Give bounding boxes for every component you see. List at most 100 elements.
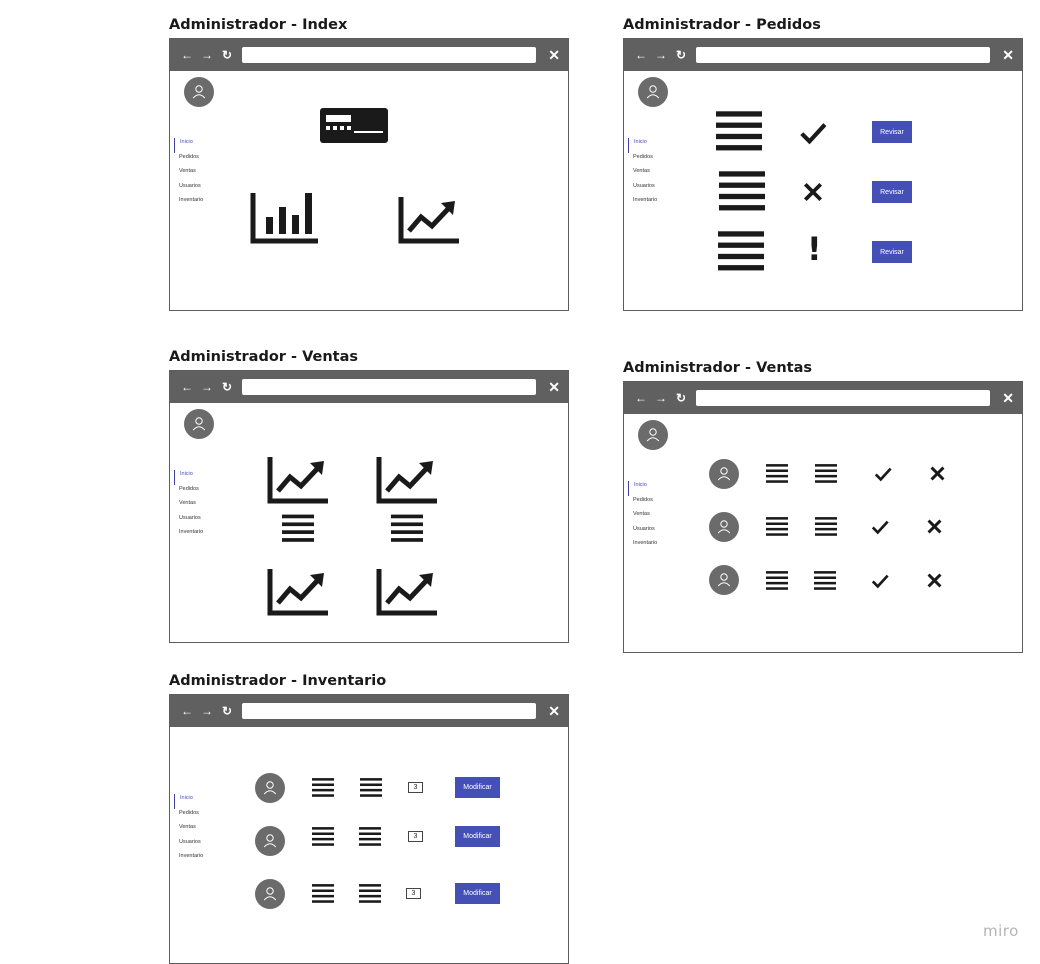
user-icon	[643, 82, 663, 102]
user-icon	[260, 884, 280, 904]
cross-icon[interactable]	[929, 465, 946, 482]
sidebar-item-usuarios[interactable]: Usuarios	[174, 182, 203, 197]
user-icon	[189, 82, 209, 102]
customer-avatar	[709, 459, 739, 489]
sidebar-item-ventas[interactable]: Ventas	[628, 167, 657, 182]
address-bar[interactable]	[242, 47, 536, 63]
browser-window-index: ← → ↻ ✕ Inicio Pedidos Ventas Usuarios I…	[169, 38, 569, 311]
check-icon[interactable]	[870, 572, 890, 590]
address-bar[interactable]	[242, 379, 536, 395]
browser-toolbar: ← → ↻ ✕	[170, 695, 568, 727]
sidebar-item-inventario[interactable]: Inventario	[174, 852, 203, 867]
avatar[interactable]	[184, 409, 214, 439]
cross-icon[interactable]	[926, 518, 943, 535]
sidebar-item-ventas[interactable]: Ventas	[174, 823, 203, 838]
sidebar-item-inicio[interactable]: Inicio	[174, 794, 203, 809]
user-icon	[260, 831, 280, 851]
browser-toolbar: ← → ↻ ✕	[624, 382, 1022, 414]
refresh-icon[interactable]: ↻	[220, 47, 234, 63]
review-button[interactable]: Revisar	[872, 241, 912, 263]
frame-title-inventario: Administrador - Inventario	[169, 673, 387, 689]
arrow-left-icon[interactable]: ←	[634, 47, 648, 63]
sidebar-item-pedidos[interactable]: Pedidos	[628, 153, 657, 168]
sidebar-item-ventas[interactable]: Ventas	[174, 499, 203, 514]
sidebar-item-usuarios[interactable]: Usuarios	[628, 182, 657, 197]
sidebar-item-usuarios[interactable]: Usuarios	[628, 525, 657, 540]
quantity-field[interactable]: 3	[408, 782, 423, 793]
sidebar-item-inicio[interactable]: Inicio	[628, 138, 657, 153]
quantity-field[interactable]: 3	[408, 831, 423, 842]
list-icon	[359, 883, 381, 905]
list-icon	[815, 516, 837, 538]
sidebar-nav: Inicio Pedidos Ventas Usuarios Inventari…	[174, 794, 203, 867]
modify-button[interactable]: Modificar	[455, 826, 500, 847]
frame-title-ventas: Administrador - Ventas	[169, 349, 359, 365]
close-icon[interactable]: ✕	[1002, 46, 1014, 64]
browser-window-ventas-usuarios: ← → ↻ ✕ Inicio Pedidos Ventas Usuarios I…	[623, 381, 1023, 653]
list-icon	[766, 463, 788, 485]
modify-button[interactable]: Modificar	[455, 777, 500, 798]
sidebar-item-pedidos[interactable]: Pedidos	[174, 485, 203, 500]
customer-avatar	[709, 565, 739, 595]
refresh-icon[interactable]: ↻	[220, 379, 234, 395]
arrow-right-icon[interactable]: →	[654, 390, 668, 406]
avatar[interactable]	[638, 77, 668, 107]
sidebar-nav: Inicio Pedidos Ventas Usuarios Inventari…	[174, 138, 203, 211]
arrow-right-icon[interactable]: →	[654, 47, 668, 63]
product-avatar	[255, 773, 285, 803]
arrow-left-icon[interactable]: ←	[180, 47, 194, 63]
sidebar-item-pedidos[interactable]: Pedidos	[174, 153, 203, 168]
list-icon	[815, 463, 837, 485]
sidebar-item-inventario[interactable]: Inventario	[628, 539, 657, 554]
sidebar-item-usuarios[interactable]: Usuarios	[174, 514, 203, 529]
arrow-left-icon[interactable]: ←	[634, 390, 648, 406]
sidebar-item-usuarios[interactable]: Usuarios	[174, 838, 203, 853]
review-button[interactable]: Revisar	[872, 121, 912, 143]
avatar[interactable]	[184, 77, 214, 107]
quantity-field[interactable]: 3	[406, 888, 421, 899]
avatar[interactable]	[638, 420, 668, 450]
refresh-icon[interactable]: ↻	[674, 390, 688, 406]
sidebar-item-inicio[interactable]: Inicio	[628, 481, 657, 496]
browser-toolbar: ← → ↻ ✕	[170, 39, 568, 71]
cross-icon[interactable]	[926, 572, 943, 589]
arrow-left-icon[interactable]: ←	[180, 379, 194, 395]
bar-chart-icon	[250, 191, 320, 245]
list-icon	[312, 777, 334, 799]
modify-button[interactable]: Modificar	[455, 883, 500, 904]
refresh-icon[interactable]: ↻	[220, 703, 234, 719]
sidebar-item-inicio[interactable]: Inicio	[174, 138, 203, 153]
sidebar-item-inventario[interactable]: Inventario	[174, 528, 203, 543]
check-icon	[798, 119, 828, 147]
sidebar-item-inventario[interactable]: Inventario	[628, 196, 657, 211]
check-icon[interactable]	[873, 465, 893, 483]
refresh-icon[interactable]: ↻	[674, 47, 688, 63]
check-icon[interactable]	[870, 518, 890, 536]
browser-toolbar: ← → ↻ ✕	[170, 371, 568, 403]
sidebar-item-inventario[interactable]: Inventario	[174, 196, 203, 211]
list-icon	[766, 516, 788, 538]
close-icon[interactable]: ✕	[548, 702, 560, 720]
address-bar[interactable]	[696, 390, 990, 406]
sidebar-item-pedidos[interactable]: Pedidos	[628, 496, 657, 511]
list-icon	[360, 777, 382, 799]
arrow-right-icon[interactable]: →	[200, 47, 214, 63]
address-bar[interactable]	[696, 47, 990, 63]
review-button[interactable]: Revisar	[872, 181, 912, 203]
address-bar[interactable]	[242, 703, 536, 719]
user-icon	[260, 778, 280, 798]
sidebar-item-ventas[interactable]: Ventas	[628, 510, 657, 525]
browser-window-ventas: ← → ↻ ✕ Inicio Pedidos Ventas Usuarios I…	[169, 370, 569, 643]
arrow-left-icon[interactable]: ←	[180, 703, 194, 719]
close-icon[interactable]: ✕	[1002, 389, 1014, 407]
frame-title-pedidos: Administrador - Pedidos	[623, 17, 821, 33]
user-icon	[189, 414, 209, 434]
sidebar-nav: Inicio Pedidos Ventas Usuarios Inventari…	[628, 138, 657, 211]
sidebar-item-inicio[interactable]: Inicio	[174, 470, 203, 485]
sidebar-item-ventas[interactable]: Ventas	[174, 167, 203, 182]
close-icon[interactable]: ✕	[548, 378, 560, 396]
arrow-right-icon[interactable]: →	[200, 703, 214, 719]
close-icon[interactable]: ✕	[548, 46, 560, 64]
arrow-right-icon[interactable]: →	[200, 379, 214, 395]
sidebar-item-pedidos[interactable]: Pedidos	[174, 809, 203, 824]
